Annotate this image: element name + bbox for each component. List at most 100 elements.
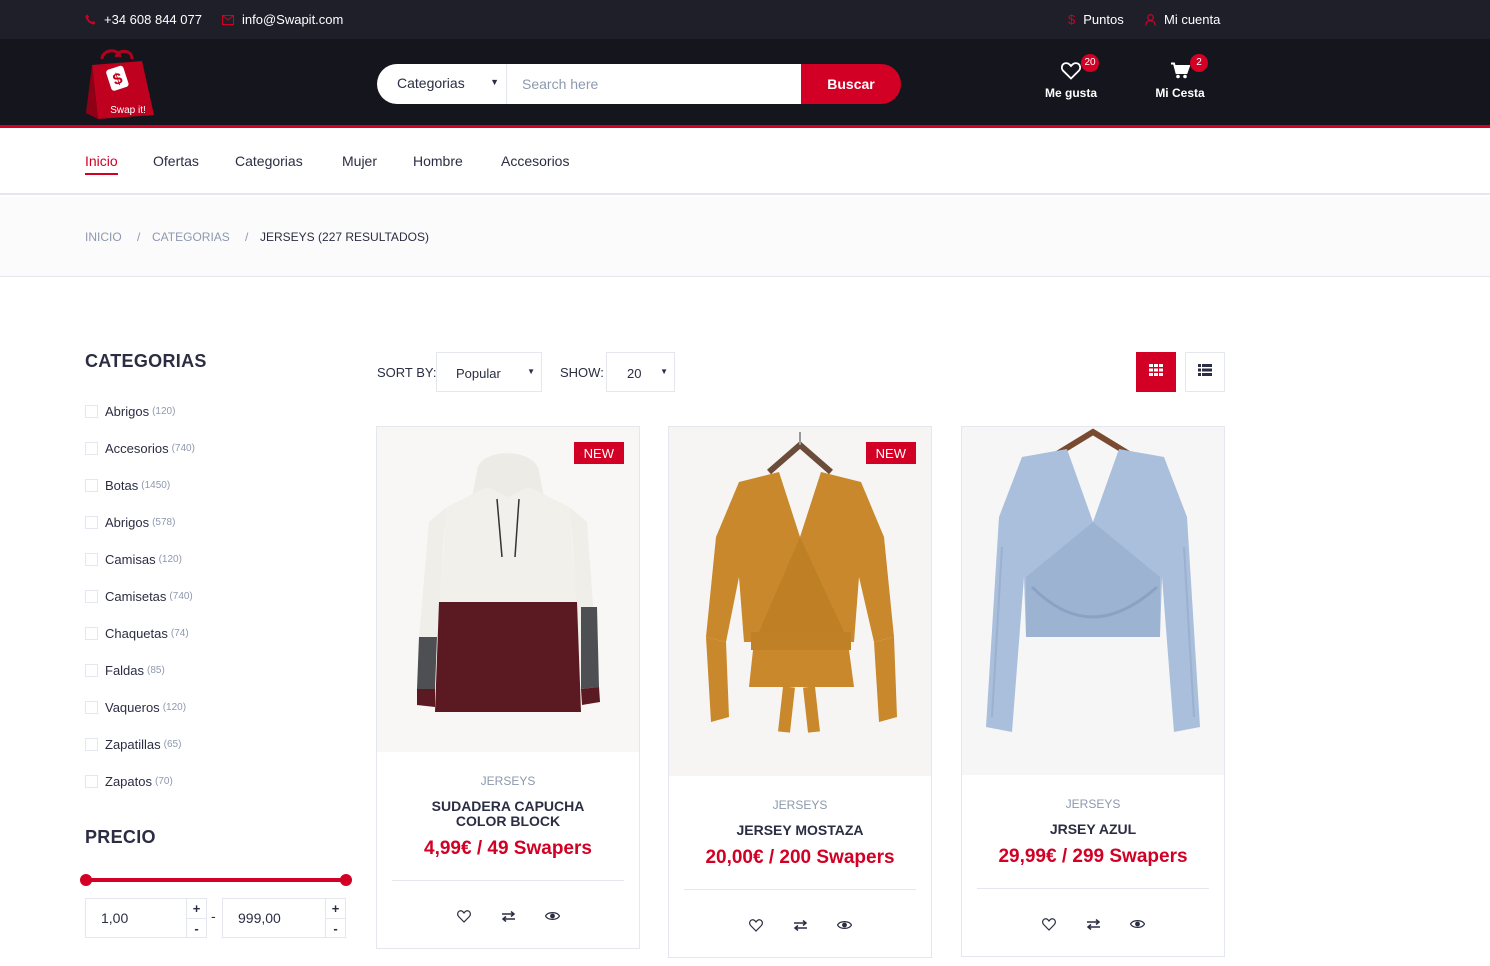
- product-image[interactable]: NEW: [669, 427, 931, 776]
- category-filter-item[interactable]: Botas (1450): [85, 478, 170, 493]
- main-nav: Inicio Ofertas Categorias Mujer Hombre A…: [0, 131, 1490, 195]
- category-label: Abrigos: [105, 404, 150, 419]
- phone-contact[interactable]: +34 608 844 077: [85, 12, 202, 27]
- price-slider-min-handle[interactable]: [80, 874, 92, 886]
- search-category-select[interactable]: Categorias ▼: [377, 64, 507, 104]
- sort-value: Popular: [456, 366, 501, 381]
- product-name[interactable]: JRSEY AZUL: [992, 822, 1194, 837]
- price-min-value: 1,00: [101, 910, 129, 926]
- top-bar: +34 608 844 077 info@Swapit.com $ Puntos…: [0, 0, 1490, 39]
- mustard-sweater-illustration: [669, 427, 931, 776]
- product-image[interactable]: [962, 427, 1224, 775]
- product-price: 4,99€ / 49 Swapers: [424, 838, 592, 859]
- wishlist-button[interactable]: 20 Me gusta: [1041, 54, 1101, 100]
- category-filter-item[interactable]: Chaquetas (74): [85, 626, 189, 641]
- eye-icon[interactable]: [544, 908, 560, 924]
- checkbox[interactable]: [85, 479, 98, 492]
- category-filter-item[interactable]: Zapatos (70): [85, 774, 173, 789]
- checkbox[interactable]: [85, 590, 98, 603]
- decrement-button[interactable]: -: [325, 918, 345, 937]
- account-label: Mi cuenta: [1164, 12, 1221, 27]
- breadcrumb-home[interactable]: Inicio: [85, 230, 122, 244]
- nav-item-mujer[interactable]: Mujer: [342, 153, 377, 169]
- category-filter-item[interactable]: Zapatillas (65): [85, 737, 181, 752]
- checkbox[interactable]: [85, 627, 98, 640]
- blue-sweater-illustration: [962, 427, 1224, 775]
- increment-button[interactable]: +: [186, 899, 206, 918]
- category-filter-item[interactable]: Faldas (85): [85, 663, 165, 678]
- nav-item-accesorios[interactable]: Accesorios: [501, 153, 569, 169]
- points-link[interactable]: $ Puntos: [1068, 12, 1124, 27]
- breadcrumb: Inicio / Categorias / JERSEYS (227 RESUL…: [0, 197, 1490, 277]
- checkbox[interactable]: [85, 405, 98, 418]
- product-card[interactable]: NEW JERSEYS JERSEY MOSTAZA 20,00€ / 200 …: [668, 426, 932, 958]
- grid-view-button[interactable]: [1136, 352, 1176, 392]
- category-label: Accesorios: [105, 441, 169, 456]
- search-input[interactable]: [507, 64, 801, 104]
- category-filter-item[interactable]: Vaqueros (120): [85, 700, 186, 715]
- product-image[interactable]: NEW: [377, 427, 639, 752]
- checkbox[interactable]: [85, 775, 98, 788]
- nav-item-categorias[interactable]: Categorias: [235, 153, 303, 169]
- product-category: JERSEYS: [772, 798, 828, 812]
- email-contact[interactable]: info@Swapit.com: [222, 12, 343, 27]
- price-slider-max-handle[interactable]: [340, 874, 352, 886]
- category-filter-item[interactable]: Abrigos (120): [85, 404, 175, 419]
- checkbox[interactable]: [85, 738, 98, 751]
- price-min-input[interactable]: 1,00 + -: [85, 898, 207, 938]
- category-count: (65): [163, 739, 182, 750]
- checkbox[interactable]: [85, 553, 98, 566]
- breadcrumb-current: JERSEYS (227 RESULTADOS): [260, 230, 429, 244]
- eye-icon[interactable]: [1129, 916, 1145, 932]
- show-select[interactable]: 20 ▼: [606, 352, 675, 392]
- price-title: PRECIO: [85, 827, 156, 847]
- search-button[interactable]: Buscar: [801, 64, 901, 104]
- checkbox[interactable]: [85, 664, 98, 677]
- exchange-icon[interactable]: [500, 908, 516, 924]
- category-label: Abrigos: [105, 515, 150, 530]
- checkbox[interactable]: [85, 442, 98, 455]
- category-label: Vaqueros: [105, 700, 160, 715]
- price-max-value: 999,00: [238, 910, 281, 926]
- heart-icon[interactable]: [1041, 916, 1057, 932]
- category-count: (740): [171, 443, 195, 454]
- nav-item-hombre[interactable]: Hombre: [413, 153, 463, 169]
- price-max-input[interactable]: 999,00 + -: [222, 898, 346, 938]
- show-value: 20: [627, 366, 642, 381]
- category-filter-item[interactable]: Camisas (120): [85, 552, 182, 567]
- category-filter-item[interactable]: Accesorios (740): [85, 441, 195, 456]
- checkbox[interactable]: [85, 701, 98, 714]
- heart-icon[interactable]: [456, 908, 472, 924]
- nav-item-inicio[interactable]: Inicio: [85, 153, 118, 175]
- price-range-separator: -: [211, 908, 216, 924]
- checkbox[interactable]: [85, 516, 98, 529]
- product-card[interactable]: NEW JERSEYS SUDADERA CAPUCHA COLOR BLOCK…: [376, 426, 640, 949]
- logo[interactable]: $ Swap it!: [82, 47, 160, 121]
- sort-select[interactable]: Popular ▼: [436, 352, 542, 392]
- grid-icon: [1149, 363, 1163, 381]
- decrement-button[interactable]: -: [186, 918, 206, 937]
- heart-icon[interactable]: [748, 917, 764, 933]
- logo-text: Swap it!: [110, 105, 146, 116]
- increment-button[interactable]: +: [325, 899, 345, 918]
- category-filter-item[interactable]: Abrigos (578): [85, 515, 175, 530]
- product-name[interactable]: JERSEY MOSTAZA: [699, 823, 901, 838]
- eye-icon[interactable]: [836, 917, 852, 933]
- exchange-icon[interactable]: [792, 917, 808, 933]
- breadcrumb-category[interactable]: Categorias: [152, 230, 230, 244]
- category-filter-item[interactable]: Camisetas (740): [85, 589, 193, 604]
- product-name[interactable]: SUDADERA CAPUCHA COLOR BLOCK: [407, 799, 609, 829]
- category-count: (74): [170, 628, 189, 639]
- exchange-icon[interactable]: [1085, 916, 1101, 932]
- wishlist-count-badge: 20: [1081, 54, 1099, 72]
- nav-item-ofertas[interactable]: Ofertas: [153, 153, 199, 169]
- cart-button[interactable]: 2 Mi Cesta: [1151, 54, 1209, 100]
- product-new-badge: NEW: [573, 442, 624, 464]
- product-card[interactable]: JERSEYS JRSEY AZUL 29,99€ / 299 Swapers: [961, 426, 1225, 957]
- account-link[interactable]: Mi cuenta: [1145, 12, 1220, 27]
- list-view-button[interactable]: [1185, 352, 1225, 392]
- category-label: Zapatillas: [105, 737, 161, 752]
- price-slider-track[interactable]: [86, 878, 346, 882]
- header: $ Swap it! Categorias ▼ Buscar 20 Me gus…: [0, 39, 1490, 128]
- category-count: (578): [152, 517, 176, 528]
